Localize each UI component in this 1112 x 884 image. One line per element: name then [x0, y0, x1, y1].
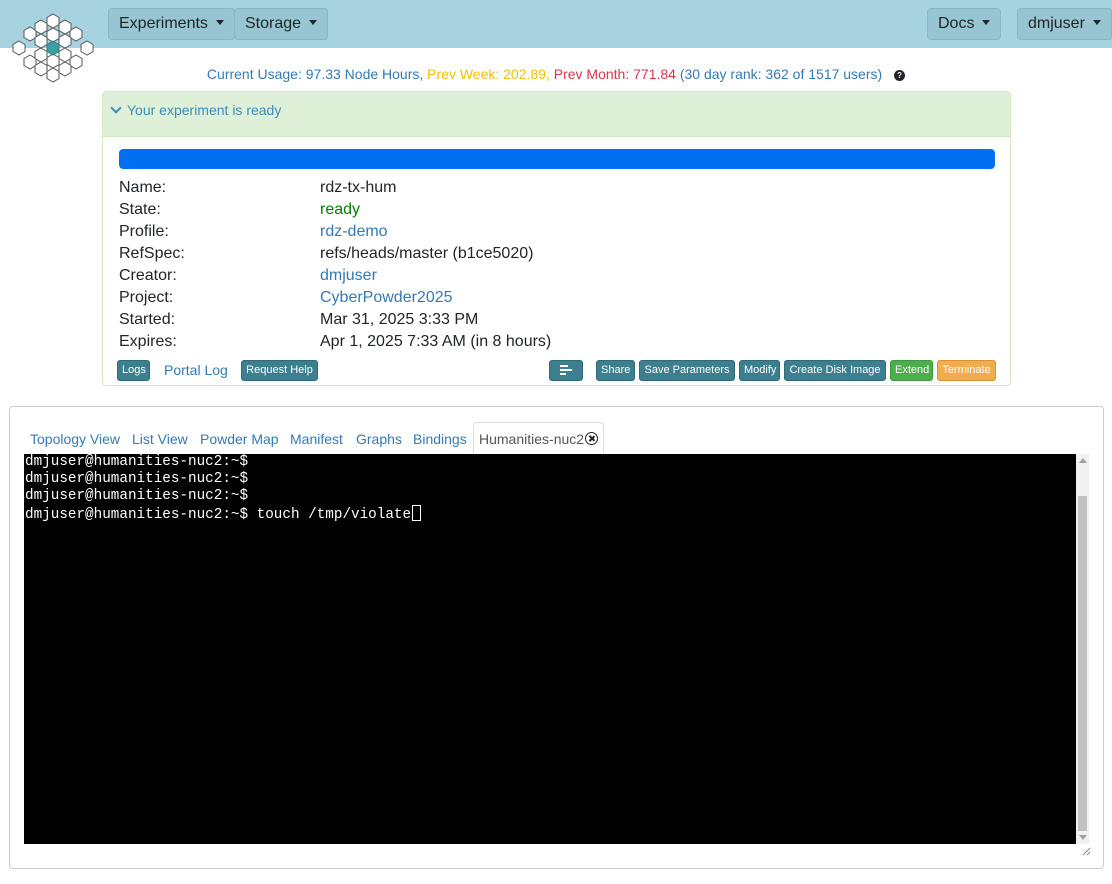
project-label: Project:	[119, 289, 174, 306]
extend-button[interactable]: Extend	[890, 360, 933, 381]
terminate-button[interactable]: Terminate	[937, 360, 996, 381]
top-navbar: Experiments Storage Docs dmjuser	[0, 0, 1112, 48]
refspec-value: refs/heads/master (b1ce5020)	[320, 245, 534, 262]
tab-graphs[interactable]: Graphs	[356, 427, 402, 455]
help-icon[interactable]: ?	[894, 70, 906, 81]
progress-fill	[119, 149, 995, 169]
terminal-cursor	[412, 505, 422, 521]
tab-humanities-nuc2[interactable]: Humanities-nuc2	[473, 422, 605, 455]
docs-menu-label: Docs	[938, 15, 975, 32]
tab-list-view[interactable]: List View	[132, 427, 188, 455]
profile-link[interactable]: rdz-demo	[320, 221, 388, 243]
project-link[interactable]: CyberPowder2025	[320, 287, 453, 309]
create-disk-image-button[interactable]: Create Disk Image	[784, 360, 886, 381]
expires-label: Expires:	[119, 333, 177, 350]
caret-down-icon	[215, 20, 224, 25]
chevron-down-icon	[110, 102, 122, 114]
graph-view-button[interactable]	[549, 360, 583, 381]
prev-month-text: Prev Month: 771.84	[553, 66, 676, 82]
resize-grip-icon[interactable]	[1081, 846, 1091, 856]
storage-menu-label: Storage	[245, 15, 302, 32]
usage-summary: Current Usage: 97.33 Node Hours, Prev We…	[0, 66, 1112, 82]
portal-log-link[interactable]: Portal Log	[164, 360, 228, 380]
user-menu-button[interactable]: dmjuser	[1017, 8, 1112, 40]
name-value: rdz-tx-hum	[320, 179, 397, 196]
caret-down-icon	[309, 20, 318, 25]
snowflake-logo-icon[interactable]	[12, 12, 94, 84]
started-label: Started:	[119, 311, 176, 328]
scrollbar-thumb[interactable]	[1078, 496, 1087, 831]
user-menu-label: dmjuser	[1028, 15, 1085, 32]
experiments-menu-button[interactable]: Experiments	[108, 8, 235, 40]
creator-link[interactable]: dmjuser	[320, 265, 377, 287]
caret-down-icon	[982, 20, 991, 25]
terminal-scrollbar[interactable]	[1076, 454, 1089, 844]
terminal-line: dmjuser@humanities-nuc2:~$	[25, 488, 249, 504]
terminal-console[interactable]: dmjuser@humanities-nuc2:~$ dmjuser@humani…	[24, 454, 1076, 844]
state-label: State:	[119, 201, 161, 218]
prev-week-text: Prev Week: 202.89,	[427, 66, 550, 82]
tab-topology-view[interactable]: Topology View	[30, 427, 120, 455]
expires-value: Apr 1, 2025 7:33 AM (in 8 hours)	[320, 333, 552, 350]
profile-label: Profile:	[119, 223, 169, 240]
scroll-up-arrow-icon[interactable]	[1079, 458, 1087, 463]
terminal-line: dmjuser@humanities-nuc2:~$	[25, 454, 249, 470]
status-panel-header[interactable]: Your experiment is ready	[103, 92, 1010, 137]
terminal-command-text: dmjuser@humanities-nuc2:~$ touch /tmp/vi…	[25, 507, 412, 523]
request-help-button[interactable]: Request Help	[241, 360, 318, 381]
tab-humanities-nuc2-label: Humanities-nuc2	[479, 431, 585, 447]
list-lines-icon	[560, 365, 572, 376]
experiments-menu-label: Experiments	[119, 15, 208, 32]
experiment-tabs-card: Topology View List View Powder Map Manif…	[9, 406, 1104, 869]
scroll-down-arrow-icon[interactable]	[1079, 835, 1087, 840]
started-value: Mar 31, 2025 3:33 PM	[320, 311, 479, 328]
tab-manifest[interactable]: Manifest	[290, 427, 343, 455]
share-button[interactable]: Share	[596, 360, 635, 381]
logs-button[interactable]: Logs	[117, 360, 150, 381]
status-panel-title: Your experiment is ready	[127, 102, 282, 118]
tab-bindings[interactable]: Bindings	[413, 427, 467, 455]
save-parameters-button[interactable]: Save Parameters	[639, 360, 735, 381]
tab-powder-map[interactable]: Powder Map	[200, 427, 279, 455]
refspec-label: RefSpec:	[119, 245, 185, 262]
rank-text: (30 day rank: 362 of 1517 users)	[679, 66, 883, 82]
storage-menu-button[interactable]: Storage	[234, 8, 329, 40]
terminal-line: dmjuser@humanities-nuc2:~$	[25, 471, 249, 487]
name-label: Name:	[119, 179, 167, 196]
docs-menu-button[interactable]: Docs	[927, 8, 1002, 40]
state-value: ready	[320, 201, 361, 218]
creator-label: Creator:	[119, 267, 177, 284]
experiment-progress-bar	[119, 149, 995, 169]
caret-down-icon	[1092, 20, 1101, 25]
modify-button[interactable]: Modify	[739, 360, 780, 381]
close-tab-icon[interactable]	[585, 432, 599, 445]
terminal-line-current: dmjuser@humanities-nuc2:~$ touch /tmp/vi…	[25, 505, 1076, 524]
experiment-status-panel: Your experiment is ready Name: rdz-tx-hu…	[102, 91, 1011, 386]
current-usage-text: Current Usage: 97.33 Node Hours,	[206, 66, 424, 82]
